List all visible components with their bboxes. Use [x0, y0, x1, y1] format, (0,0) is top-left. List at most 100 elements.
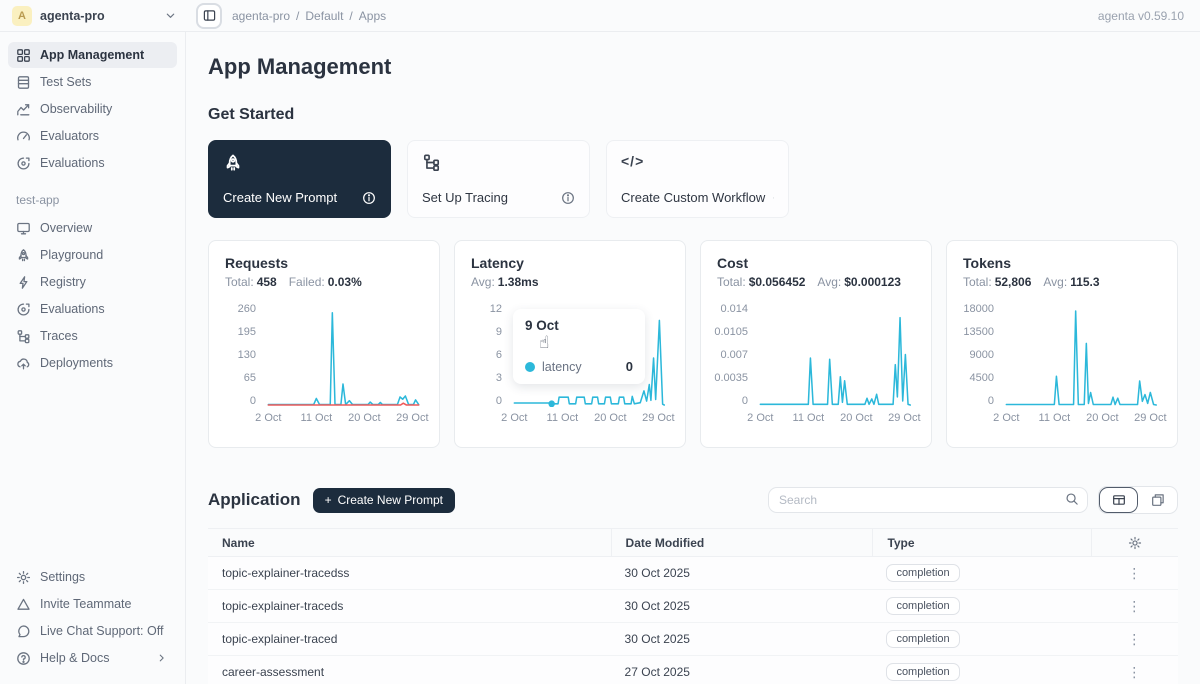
column-header-type: Type: [872, 529, 1090, 556]
trace-tree-icon: [422, 153, 441, 172]
info-icon[interactable]: [773, 191, 774, 205]
card-label: Set Up Tracing: [422, 190, 508, 205]
x-axis-labels: 2 Oct11 Oct20 Oct29 Oct: [755, 412, 915, 428]
table-row[interactable]: topic-explainer-tracedss 30 Oct 2025 com…: [208, 557, 1178, 590]
breadcrumb-workspace[interactable]: agenta-pro: [232, 9, 290, 23]
stat-title: Tokens: [963, 255, 1161, 271]
sidebar-item-label: Traces: [40, 329, 78, 343]
sidebar-item-label: Test Sets: [40, 75, 91, 89]
code-icon: </>: [621, 153, 774, 169]
tokens-card: Tokens Total:52,806 Avg:115.3 1800013500…: [946, 240, 1178, 448]
breadcrumb: agenta-pro / Default / Apps: [232, 9, 1098, 23]
breadcrumb-project[interactable]: Default: [305, 9, 343, 23]
card-label: Create Custom Workflow: [621, 190, 765, 205]
table-row[interactable]: career-assessment 27 Oct 2025 completion…: [208, 656, 1178, 684]
stat-title: Requests: [225, 255, 423, 271]
sidebar-item-label: Registry: [40, 275, 86, 289]
series-dot-icon: [525, 362, 535, 372]
row-menu-button[interactable]: ⋮: [1091, 598, 1178, 615]
table-view-icon: [1112, 493, 1126, 507]
create-new-prompt-card[interactable]: Create New Prompt: [208, 140, 391, 218]
sidebar-item-registry[interactable]: Registry: [8, 269, 177, 295]
test-sets-icon: [16, 75, 31, 90]
row-menu-button[interactable]: ⋮: [1091, 664, 1178, 681]
type-badge: completion: [886, 597, 959, 615]
tooltip-value: 0: [626, 359, 633, 374]
main-content: App Management Get Started Create New Pr…: [186, 32, 1200, 684]
sidebar-item-test-sets[interactable]: Test Sets: [8, 69, 177, 95]
sidebar-item-overview[interactable]: Overview: [8, 215, 177, 241]
sidebar-item-help-docs[interactable]: Help & Docs: [8, 645, 177, 671]
create-custom-workflow-card[interactable]: </> Create Custom Workflow: [606, 140, 789, 218]
sidebar-item-settings[interactable]: Settings: [8, 564, 177, 590]
y-axis-labels: 129630: [471, 303, 509, 407]
workspace-avatar: A: [12, 6, 32, 26]
help-circle-icon: [16, 651, 31, 666]
table-settings-gear-icon[interactable]: [1128, 536, 1142, 550]
cost-chart[interactable]: [755, 303, 915, 407]
app-date-modified: 27 Oct 2025: [611, 665, 873, 679]
sidebar-item-label: Help & Docs: [40, 651, 109, 665]
sidebar-item-invite-teammate[interactable]: Invite Teammate: [8, 591, 177, 617]
sidebar-item-app-evaluations[interactable]: Evaluations: [8, 296, 177, 322]
y-axis-labels: 1800013500900045000: [963, 303, 1001, 407]
application-heading: Application: [208, 490, 301, 510]
sidebar-item-live-chat[interactable]: Live Chat Support: Off: [8, 618, 177, 644]
collapse-sidebar-button[interactable]: [196, 3, 222, 29]
row-menu-button[interactable]: ⋮: [1091, 565, 1178, 582]
table-row[interactable]: topic-explainer-traceds 30 Oct 2025 comp…: [208, 590, 1178, 623]
cloud-upload-icon: [16, 356, 31, 371]
tooltip-date: 9 Oct: [525, 318, 633, 333]
create-new-prompt-button[interactable]: + Create New Prompt: [313, 488, 455, 513]
info-icon[interactable]: [362, 191, 376, 205]
sidebar-spacer: [8, 377, 177, 564]
applications-table: Name Date Modified Type topic-explainer-…: [208, 528, 1178, 684]
workspace-name: agenta-pro: [40, 9, 157, 23]
sidebar-item-label: Settings: [40, 570, 85, 584]
chevron-down-icon: [165, 10, 176, 21]
app-name: topic-explainer-tracedss: [208, 566, 611, 580]
y-axis-labels: 260195130650: [225, 303, 263, 407]
chevron-right-icon: [154, 653, 169, 663]
workspace-selector[interactable]: A agenta-pro: [0, 6, 186, 26]
view-toggle: [1098, 486, 1178, 514]
card-view-button[interactable]: [1138, 487, 1177, 513]
breadcrumb-separator: /: [296, 9, 299, 23]
type-badge: completion: [886, 630, 959, 648]
y-axis-labels: 0.0140.01050.0070.00350: [717, 303, 755, 407]
sidebar-item-label: Evaluations: [40, 156, 105, 170]
requests-chart[interactable]: [263, 303, 423, 407]
search-input[interactable]: [768, 487, 1088, 513]
sidebar-item-label: App Management: [40, 48, 144, 62]
sidebar-item-label: Evaluators: [40, 129, 99, 143]
evaluations-icon: [16, 156, 31, 171]
requests-card: Requests Total:458 Failed:0.03% 26019513…: [208, 240, 440, 448]
breadcrumb-page[interactable]: Apps: [359, 9, 386, 23]
table-view-button[interactable]: [1099, 487, 1138, 513]
sidebar-item-deployments[interactable]: Deployments: [8, 350, 177, 376]
top-bar: A agenta-pro agenta-pro / Default / Apps…: [0, 0, 1200, 32]
metric-cards: Requests Total:458 Failed:0.03% 26019513…: [208, 240, 1178, 448]
sidebar-item-playground[interactable]: Playground: [8, 242, 177, 268]
stat-title: Latency: [471, 255, 669, 271]
chart-tooltip: 9 Oct latency 0: [513, 309, 645, 384]
column-header-name: Name: [208, 529, 611, 556]
row-menu-button[interactable]: ⋮: [1091, 631, 1178, 648]
sidebar-item-evaluations[interactable]: Evaluations: [8, 150, 177, 176]
search-box: [768, 487, 1088, 513]
info-icon[interactable]: [561, 191, 575, 205]
sidebar-item-label: Live Chat Support: Off: [40, 624, 163, 638]
panel-left-icon: [203, 9, 216, 22]
tokens-chart[interactable]: [1001, 303, 1161, 407]
trace-tree-icon: [16, 329, 31, 344]
set-up-tracing-card[interactable]: Set Up Tracing: [407, 140, 590, 218]
sidebar-item-label: Observability: [40, 102, 112, 116]
card-label: Create New Prompt: [223, 190, 337, 205]
table-row[interactable]: topic-explainer-traced 30 Oct 2025 compl…: [208, 623, 1178, 656]
sidebar-item-evaluators[interactable]: Evaluators: [8, 123, 177, 149]
sidebar-item-traces[interactable]: Traces: [8, 323, 177, 349]
monitor-icon: [16, 221, 31, 236]
sidebar-item-label: Invite Teammate: [40, 597, 131, 611]
sidebar-item-app-management[interactable]: App Management: [8, 42, 177, 68]
sidebar-item-observability[interactable]: Observability: [8, 96, 177, 122]
